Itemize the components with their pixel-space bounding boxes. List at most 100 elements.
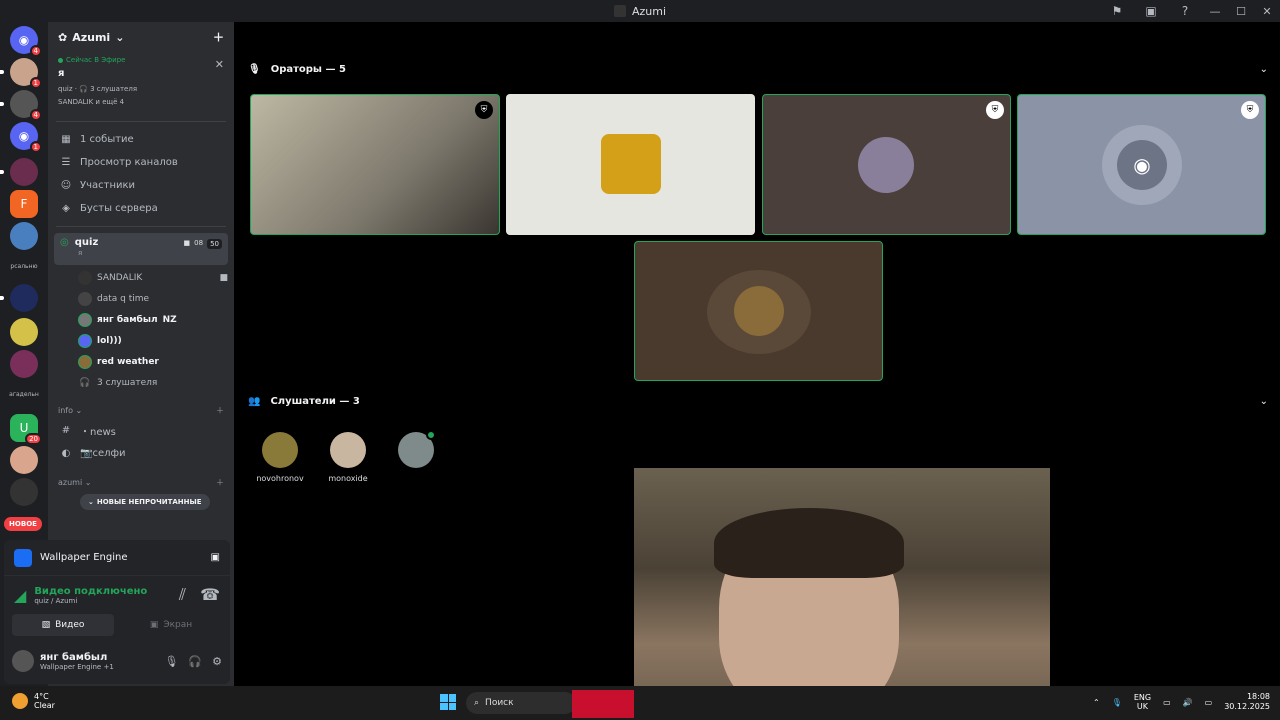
guild-header[interactable]: ✿ Azumi ⌄ ＋	[48, 22, 234, 52]
speaker-tile[interactable]: ◉ ⛨	[1017, 94, 1266, 235]
voice-member[interactable]: data q time	[48, 288, 234, 309]
speaker-tile[interactable]	[506, 94, 755, 235]
button-label: Экран	[163, 620, 193, 630]
voice-channel-quiz[interactable]: ◎ quiz я ■ 08 50	[54, 233, 228, 265]
maximize-button[interactable]: ☐	[1228, 0, 1254, 22]
weather-condition: Clear	[34, 701, 55, 710]
screen-button[interactable]: ▣ Экран	[120, 614, 222, 636]
taskbar-search[interactable]: ⌕ Поиск	[466, 692, 576, 714]
close-icon[interactable]: ✕	[215, 58, 224, 71]
category-info[interactable]: info ⌄ ＋	[48, 401, 234, 419]
server-icon[interactable]: 4	[0, 90, 42, 121]
calendar-icon: ▦	[61, 134, 71, 145]
server-icon[interactable]	[0, 284, 38, 312]
speaker-tile[interactable]: ⛨	[250, 94, 500, 235]
microphone-icon[interactable]: 🎙	[164, 655, 178, 668]
activity-row[interactable]: Wallpaper Engine ▣	[4, 540, 230, 576]
voice-member[interactable]: SANDALIK ■	[48, 267, 234, 288]
speaker-tile[interactable]	[634, 241, 883, 381]
flag-icon[interactable]: ⚑	[1100, 0, 1134, 22]
live-now-banner[interactable]: Сейчас В Эфире я quiz · 🎧 3 слушателя SA…	[48, 52, 234, 115]
add-channel-icon[interactable]: ＋	[216, 477, 224, 488]
collapse-chevron-icon[interactable]: ⌄	[1260, 64, 1268, 75]
avatar	[78, 354, 92, 369]
battery-icon[interactable]: ▭	[1205, 698, 1213, 707]
microphone-icon[interactable]: 🎙	[1112, 698, 1122, 707]
collapse-chevron-icon[interactable]: ⌄	[1260, 396, 1268, 407]
listeners-header: 👥 Слушатели — 3	[248, 396, 360, 407]
windows-taskbar: 4°C Clear ⌕ Поиск ⌃ 🎙 ENG UK ▭ 🔊 ▭ 18:08 30…	[0, 686, 1280, 720]
clock[interactable]: 18:08 30.12.2025	[1224, 692, 1270, 713]
nav-browse-channels[interactable]: ☰ Просмотр каналов	[48, 151, 234, 174]
connection-status[interactable]: Видео подключено	[34, 586, 147, 597]
lang-code: ENG	[1133, 692, 1152, 702]
headphones-icon[interactable]: 🎧	[188, 655, 202, 668]
window-title-text: Azumi	[631, 4, 667, 18]
live-participants: SANDALIK и ещё 4	[58, 98, 125, 106]
server-icon[interactable]: U 20	[10, 414, 42, 445]
connection-path[interactable]: quiz / Azumi	[34, 597, 147, 605]
nav-server-boosts[interactable]: ◈ Бусты сервера	[48, 197, 234, 220]
help-icon[interactable]: ?	[1168, 0, 1202, 22]
server-icon[interactable]	[10, 350, 38, 378]
category-azumi[interactable]: azumi ⌄ ＋	[48, 473, 234, 491]
speaker-tile[interactable]: ⛨	[762, 94, 1011, 235]
server-icon[interactable]	[10, 478, 38, 506]
server-icon[interactable]	[0, 158, 38, 186]
discord-home-icon[interactable]: ◉ 4	[10, 26, 42, 57]
disconnect-icon[interactable]: ☎	[200, 585, 220, 605]
avatar	[78, 291, 92, 306]
listener[interactable]	[386, 430, 446, 474]
language-indicator[interactable]: ENG UK	[1134, 693, 1151, 712]
title-bar: Azumi ⚑ ▣ ? — ☐ ✕	[0, 0, 1280, 22]
volume-icon[interactable]: 🔊	[1183, 698, 1193, 707]
stream-icon[interactable]: ▣	[211, 552, 220, 563]
voice-member[interactable]: red weather	[48, 351, 234, 372]
server-icon[interactable]: ◉ 1	[10, 122, 42, 153]
add-channel-icon[interactable]: ＋	[216, 405, 224, 416]
listener[interactable]: novohronov	[250, 432, 310, 483]
user-status: Wallpaper Engine +1	[40, 662, 114, 671]
close-button[interactable]: ✕	[1254, 0, 1280, 22]
pinned-app-icon[interactable]	[572, 690, 634, 718]
server-icon[interactable]	[10, 318, 38, 346]
user-info[interactable]: янг бамбыл Wallpaper Engine +1	[12, 650, 114, 672]
windows-start-icon[interactable]	[440, 694, 456, 710]
server-icon[interactable]: 1	[0, 58, 42, 89]
nav-events[interactable]: ▦ 1 событие	[48, 128, 234, 151]
listener-name: monoxide	[328, 474, 368, 483]
server-icon[interactable]: F	[10, 190, 38, 218]
nav-members[interactable]: ☺ Участники	[48, 174, 234, 197]
avatar	[12, 650, 34, 672]
weather-widget[interactable]: 4°C Clear	[12, 692, 55, 710]
moderator-shield-icon: ⛨	[475, 101, 493, 119]
window-title: Azumi	[613, 4, 667, 18]
add-member-icon[interactable]: ＋	[213, 29, 224, 45]
activity-name: Wallpaper Engine	[40, 552, 128, 563]
channel-selfie[interactable]: ◐ 📷селфи	[48, 442, 234, 465]
settings-icon[interactable]: ⚙	[212, 655, 222, 668]
avatar	[398, 430, 436, 468]
tray-chevron-icon[interactable]: ⌃	[1093, 698, 1100, 707]
minimize-button[interactable]: —	[1202, 0, 1228, 22]
server-icon[interactable]	[10, 446, 38, 474]
discord-icon: ◉	[1117, 140, 1167, 190]
member-name: data q time	[97, 293, 150, 304]
network-icon[interactable]: ▭	[1163, 698, 1171, 707]
voice-member[interactable]: lol)))	[48, 330, 234, 351]
headphones-icon: 🎧	[79, 377, 91, 388]
new-unread-pill[interactable]: ⌄ НОВЫЕ НЕПРОЧИТАННЫЕ	[80, 494, 210, 510]
noise-suppression-icon[interactable]: ⫽	[179, 585, 186, 605]
signal-icon[interactable]: ◢	[14, 586, 26, 605]
channel-news[interactable]: # ・news	[48, 419, 234, 442]
server-icon[interactable]	[10, 222, 38, 250]
member-tag: NZ	[162, 314, 177, 325]
video-button[interactable]: ▧ Видео	[12, 614, 114, 636]
listeners-count[interactable]: 🎧 3 слушателя	[48, 372, 234, 393]
webcam-overlay	[634, 468, 1050, 720]
new-messages-pill[interactable]: НОВОЕ	[4, 517, 42, 531]
listener[interactable]: monoxide	[318, 432, 378, 483]
voice-member[interactable]: янг бамбыл NZ	[48, 309, 234, 330]
server-gear-icon: ✿	[58, 30, 68, 44]
inbox-icon[interactable]: ▣	[1134, 0, 1168, 22]
